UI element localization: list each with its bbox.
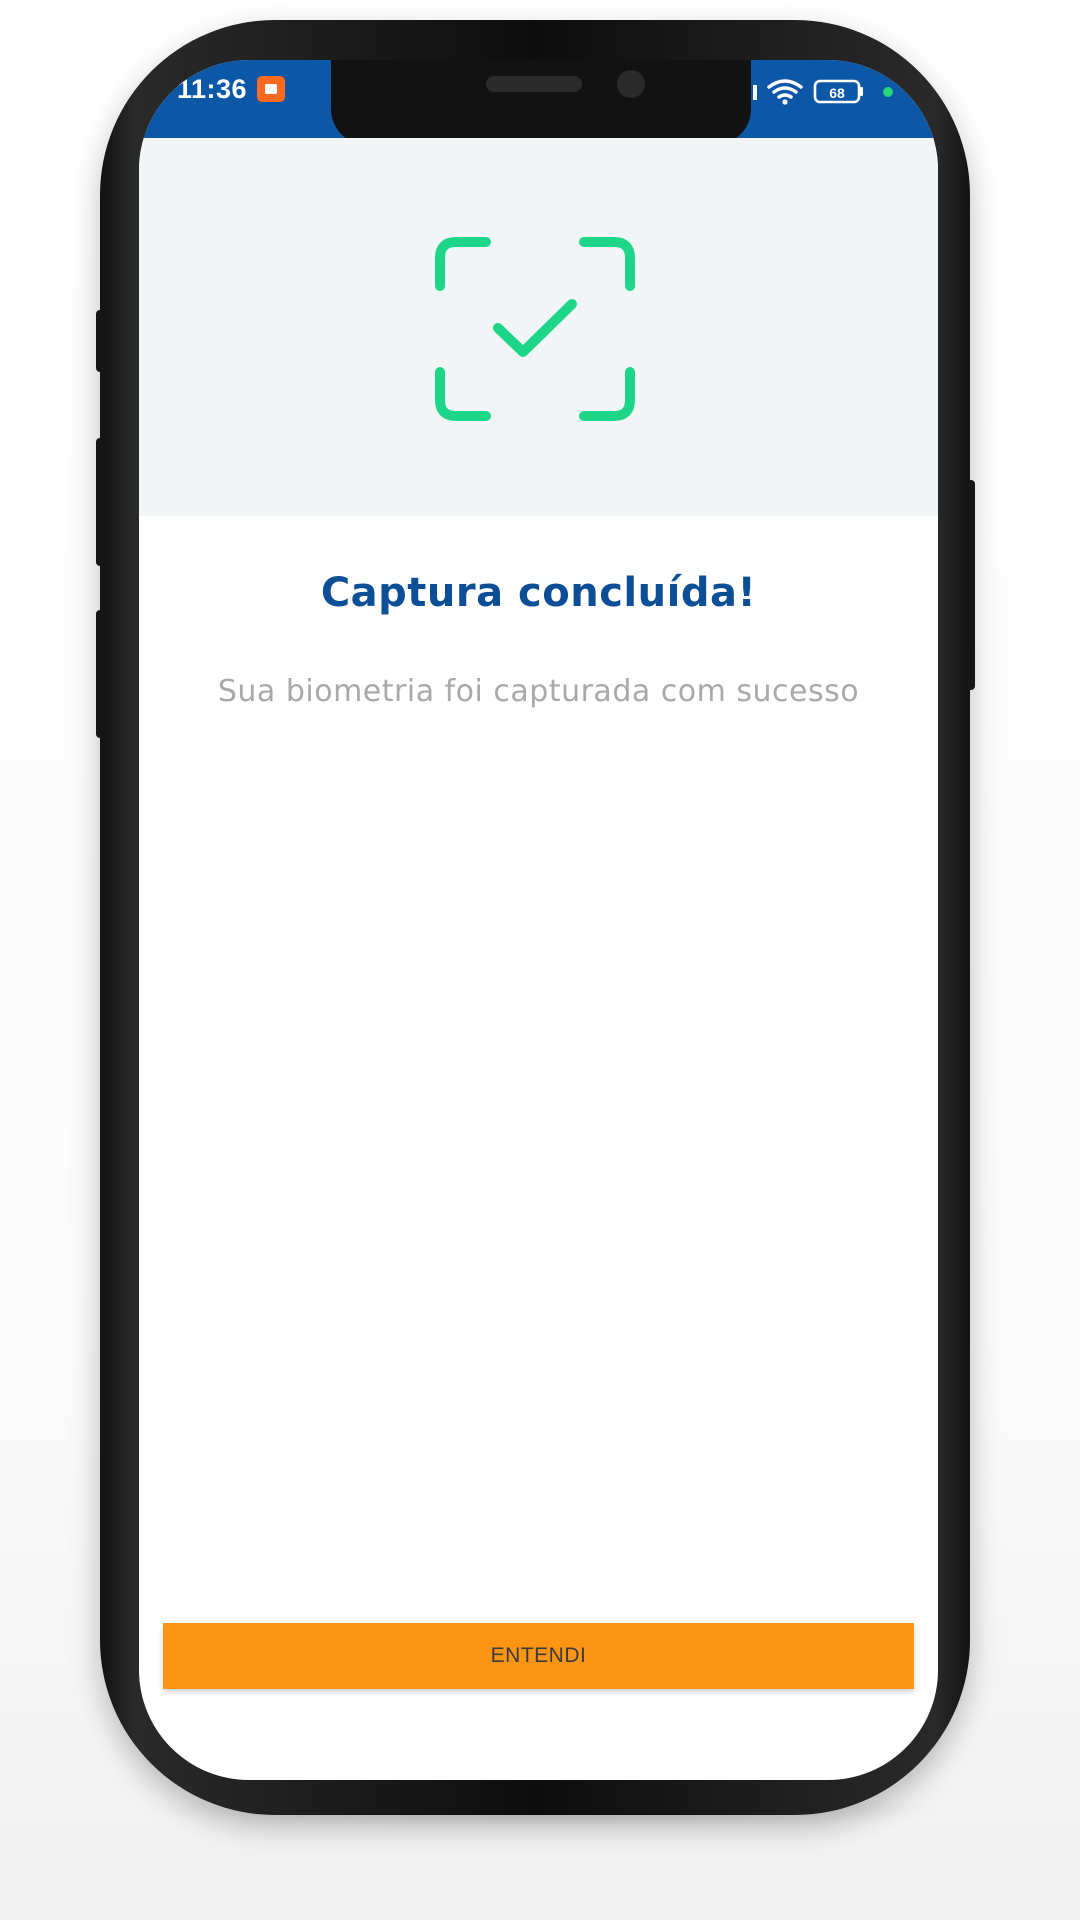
charging-dot-icon — [883, 87, 893, 97]
app-notification-icon — [257, 76, 285, 102]
wifi-dot — [782, 99, 788, 105]
front-camera — [617, 70, 645, 98]
battery-level: 68 — [829, 85, 845, 101]
phone-frame: 11:36 68 Captura concluída! Sua biometri… — [96, 20, 975, 1815]
wifi-icon — [767, 79, 803, 99]
status-icons: 68 — [741, 79, 893, 105]
action-button — [96, 310, 104, 372]
entendi-button[interactable]: ENTENDI — [163, 1623, 914, 1689]
volume-up-button — [96, 438, 104, 566]
page-title: Captura concluída! — [320, 570, 757, 616]
app-screen: 11:36 68 Captura concluída! Sua biometri… — [139, 60, 938, 1780]
page-subtitle: Sua biometria foi capturada com sucesso — [217, 674, 860, 709]
face-scan-check-icon — [435, 237, 635, 421]
hero-section — [139, 138, 938, 516]
notch — [331, 60, 751, 145]
earpiece-speaker — [486, 76, 582, 92]
volume-down-button — [96, 610, 104, 738]
battery-icon: 68 — [813, 79, 863, 104]
status-time: 11:36 — [177, 74, 248, 104]
power-button — [966, 480, 975, 690]
